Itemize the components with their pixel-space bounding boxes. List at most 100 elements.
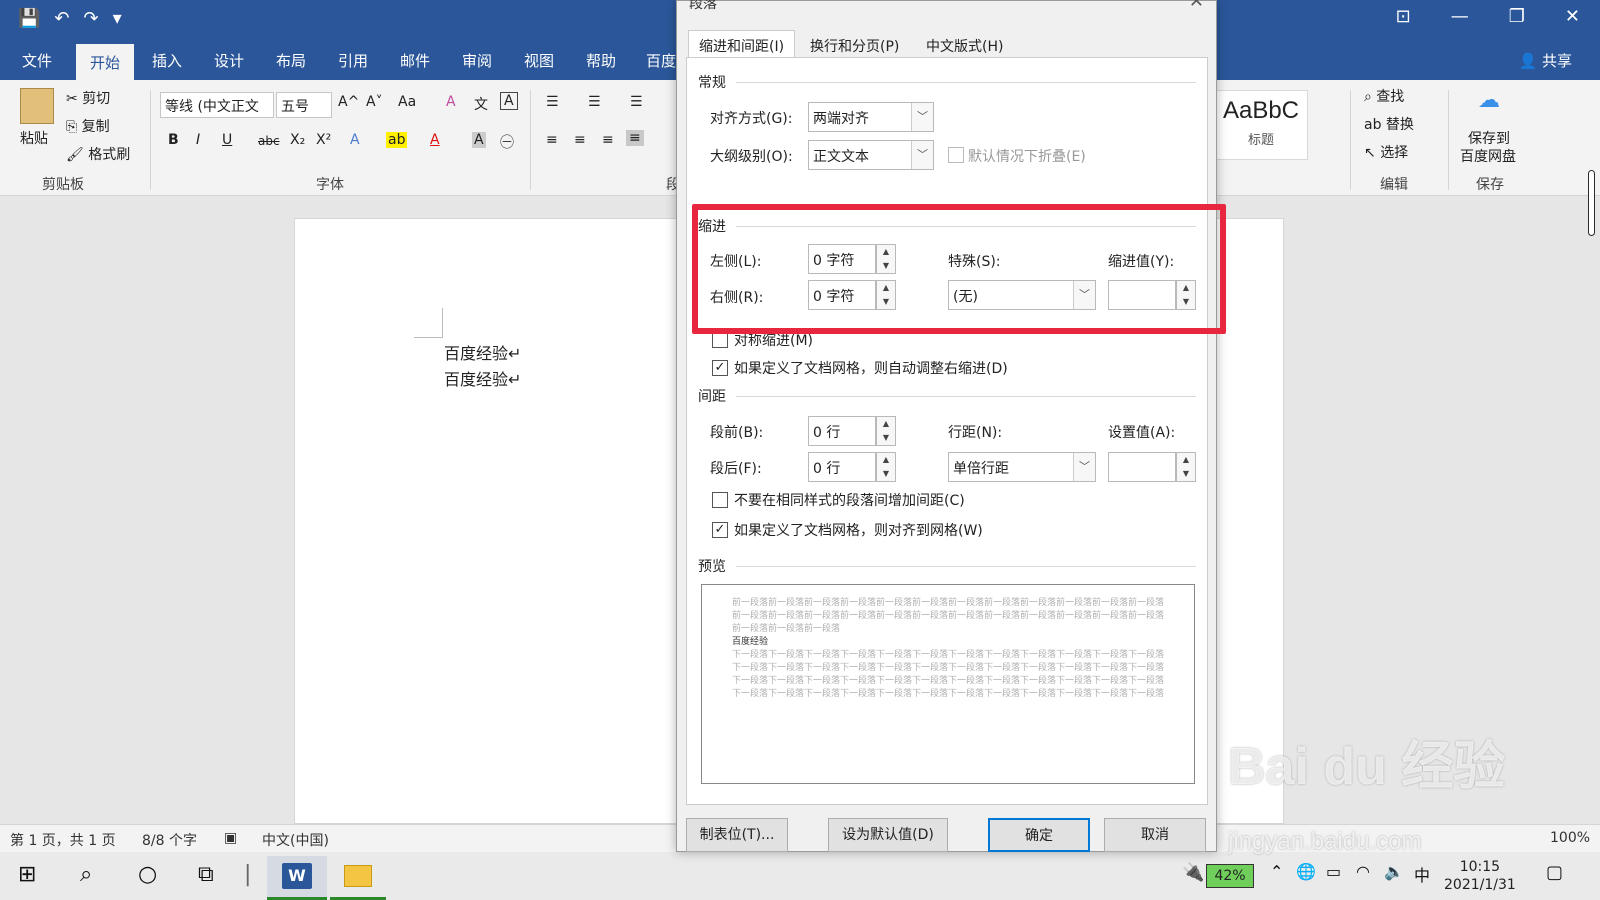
superscript-icon[interactable]: X² [316,132,331,148]
align-center-icon[interactable]: ≡ [574,132,586,148]
clear-format-icon[interactable]: A [446,94,456,110]
space-after-input[interactable]: 0 行 [808,452,876,482]
italic-icon[interactable]: I [196,132,200,148]
char-border-icon[interactable]: A [500,92,518,110]
auto-adjust-indent-checkbox[interactable]: ✓ [712,360,728,376]
style-heading-tile[interactable]: AaBbC 标题 [1214,90,1308,160]
share-button[interactable]: 👤 共享 [1519,50,1572,71]
enclose-char-icon[interactable]: ㊀ [500,132,514,152]
search-icon[interactable]: ⌕ [80,862,92,887]
char-shading-icon[interactable]: A [472,132,486,148]
space-after-spinner[interactable]: ▲ ▼ [876,452,896,482]
save-icon[interactable]: 💾 [18,8,40,29]
find-button[interactable]: ⌕ 查找 [1364,86,1404,106]
power-plug-icon[interactable]: 🔌 [1182,862,1204,883]
customize-qat-icon[interactable]: ▾ [113,8,122,29]
tab-help[interactable]: 帮助 [586,50,616,71]
minimize-icon[interactable]: — [1451,6,1469,27]
tab-file[interactable]: 文件 [22,50,52,71]
space-before-input[interactable]: 0 行 [808,416,876,446]
baidu-netdisk-icon[interactable]: ☁ [1478,88,1500,113]
align-right-icon[interactable]: ≡ [602,132,614,148]
page-count[interactable]: 第 1 页，共 1 页 [10,830,116,850]
tab-insert[interactable]: 插入 [152,50,182,71]
change-case-icon[interactable]: Aa [398,94,416,110]
align-left-icon[interactable]: ≡ [546,132,558,148]
volume-icon[interactable]: 🔈 [1384,862,1404,881]
no-space-same-style-checkbox[interactable] [712,492,728,508]
space-before-spinner[interactable]: ▲ ▼ [876,416,896,446]
spacing-at-spinner[interactable]: ▲ ▼ [1176,452,1196,482]
save-to-label-2[interactable]: 百度网盘 [1460,146,1516,166]
bullets-icon[interactable]: ☰ [546,94,559,110]
cancel-button[interactable]: 取消 [1104,818,1206,852]
close-icon[interactable]: ✕ [1565,6,1580,27]
mirror-indents-checkbox[interactable] [712,332,728,348]
word-taskbar-button[interactable]: W [267,856,327,900]
chevron-down-icon[interactable]: ﹀ [911,103,933,131]
replace-button[interactable]: ab 替换 [1364,114,1414,134]
clock[interactable]: 10:15 2021/1/31 [1444,858,1516,894]
task-view-icon[interactable]: ⧉ [198,862,214,887]
tabs-button[interactable]: 制表位(T)... [686,818,788,852]
proofing-icon[interactable]: ▣ [224,830,237,846]
snap-to-grid-checkbox[interactable]: ✓ [712,522,728,538]
font-size-combo[interactable]: 五号 [276,92,332,118]
undo-icon[interactable]: ↶ [54,8,69,29]
font-color-icon[interactable]: A [430,132,440,148]
paste-icon[interactable] [20,88,54,124]
underline-icon[interactable]: U [222,132,232,148]
tab-mailings[interactable]: 邮件 [400,50,430,71]
spacing-at-input[interactable] [1108,452,1176,482]
restore-icon[interactable]: ❐ [1509,6,1525,27]
tab-indents-spacing[interactable]: 缩进和间距(I) [688,30,796,58]
windows-start-icon[interactable]: ⊞ [18,862,36,887]
battery-icon[interactable]: ▭ [1326,862,1341,881]
strikethrough-icon[interactable]: abc [258,134,280,148]
globe-icon[interactable]: 🌐 [1296,862,1316,881]
redo-icon[interactable]: ↷ [84,8,99,29]
explorer-taskbar-button[interactable] [330,856,386,900]
bold-icon[interactable]: B [168,132,179,148]
tab-layout[interactable]: 布局 [276,50,306,71]
tab-line-page-breaks[interactable]: 换行和分页(P) [799,30,910,58]
document-line[interactable]: 百度经验↵ [444,340,521,364]
set-as-default-button[interactable]: 设为默认值(D) [828,818,948,852]
shrink-font-icon[interactable]: A˅ [366,94,383,110]
cortana-icon[interactable]: ○ [138,862,157,887]
language-indicator[interactable]: 中文(中国) [262,830,329,850]
multilevel-list-icon[interactable]: ☰ [630,94,643,110]
copy-button[interactable]: ⎘ 复制 [66,116,110,136]
subscript-icon[interactable]: X₂ [290,132,305,148]
cut-button[interactable]: ✂ 剪切 [66,88,110,108]
highlight-icon[interactable]: ab [386,132,408,148]
save-to-label-1[interactable]: 保存到 [1468,128,1510,148]
zoom-level[interactable]: 100% [1550,830,1590,846]
ok-button[interactable]: 确定 [988,818,1090,852]
grow-font-icon[interactable]: A^ [338,94,359,110]
ime-indicator[interactable]: 中 [1414,862,1430,886]
notification-icon[interactable]: ▢ [1546,862,1563,883]
vertical-scrollbar[interactable] [1588,170,1595,236]
chevron-down-icon[interactable]: ﹀ [911,141,933,169]
text-effects-icon[interactable]: A [350,132,360,148]
tab-view[interactable]: 视图 [524,50,554,71]
document-line[interactable]: 百度经验↵ [444,366,521,390]
battery-indicator[interactable]: 42% [1206,864,1254,888]
tab-baidu[interactable]: 百度 [646,50,676,71]
tab-design[interactable]: 设计 [214,50,244,71]
select-button[interactable]: ↖ 选择 [1364,142,1408,162]
font-name-combo[interactable]: 等线 (中文正文 [160,92,274,118]
tab-references[interactable]: 引用 [338,50,368,71]
format-painter-button[interactable]: 🖌 格式刷 [66,144,130,164]
justify-icon[interactable]: ≡ [626,130,644,146]
tab-home[interactable]: 开始 [76,44,135,80]
wifi-icon[interactable]: ◠ [1356,862,1370,881]
word-count[interactable]: 8/8 个字 [142,830,197,850]
ribbon-display-options-icon[interactable]: ⊡ [1396,6,1411,27]
chevron-up-icon[interactable]: ⌃ [1270,862,1283,881]
numbering-icon[interactable]: ☰ [588,94,601,110]
dialog-close-icon[interactable]: ✕ [1189,0,1204,12]
phonetic-guide-icon[interactable]: 文 [474,94,488,114]
tab-asian-typography[interactable]: 中文版式(H) [915,30,1014,58]
